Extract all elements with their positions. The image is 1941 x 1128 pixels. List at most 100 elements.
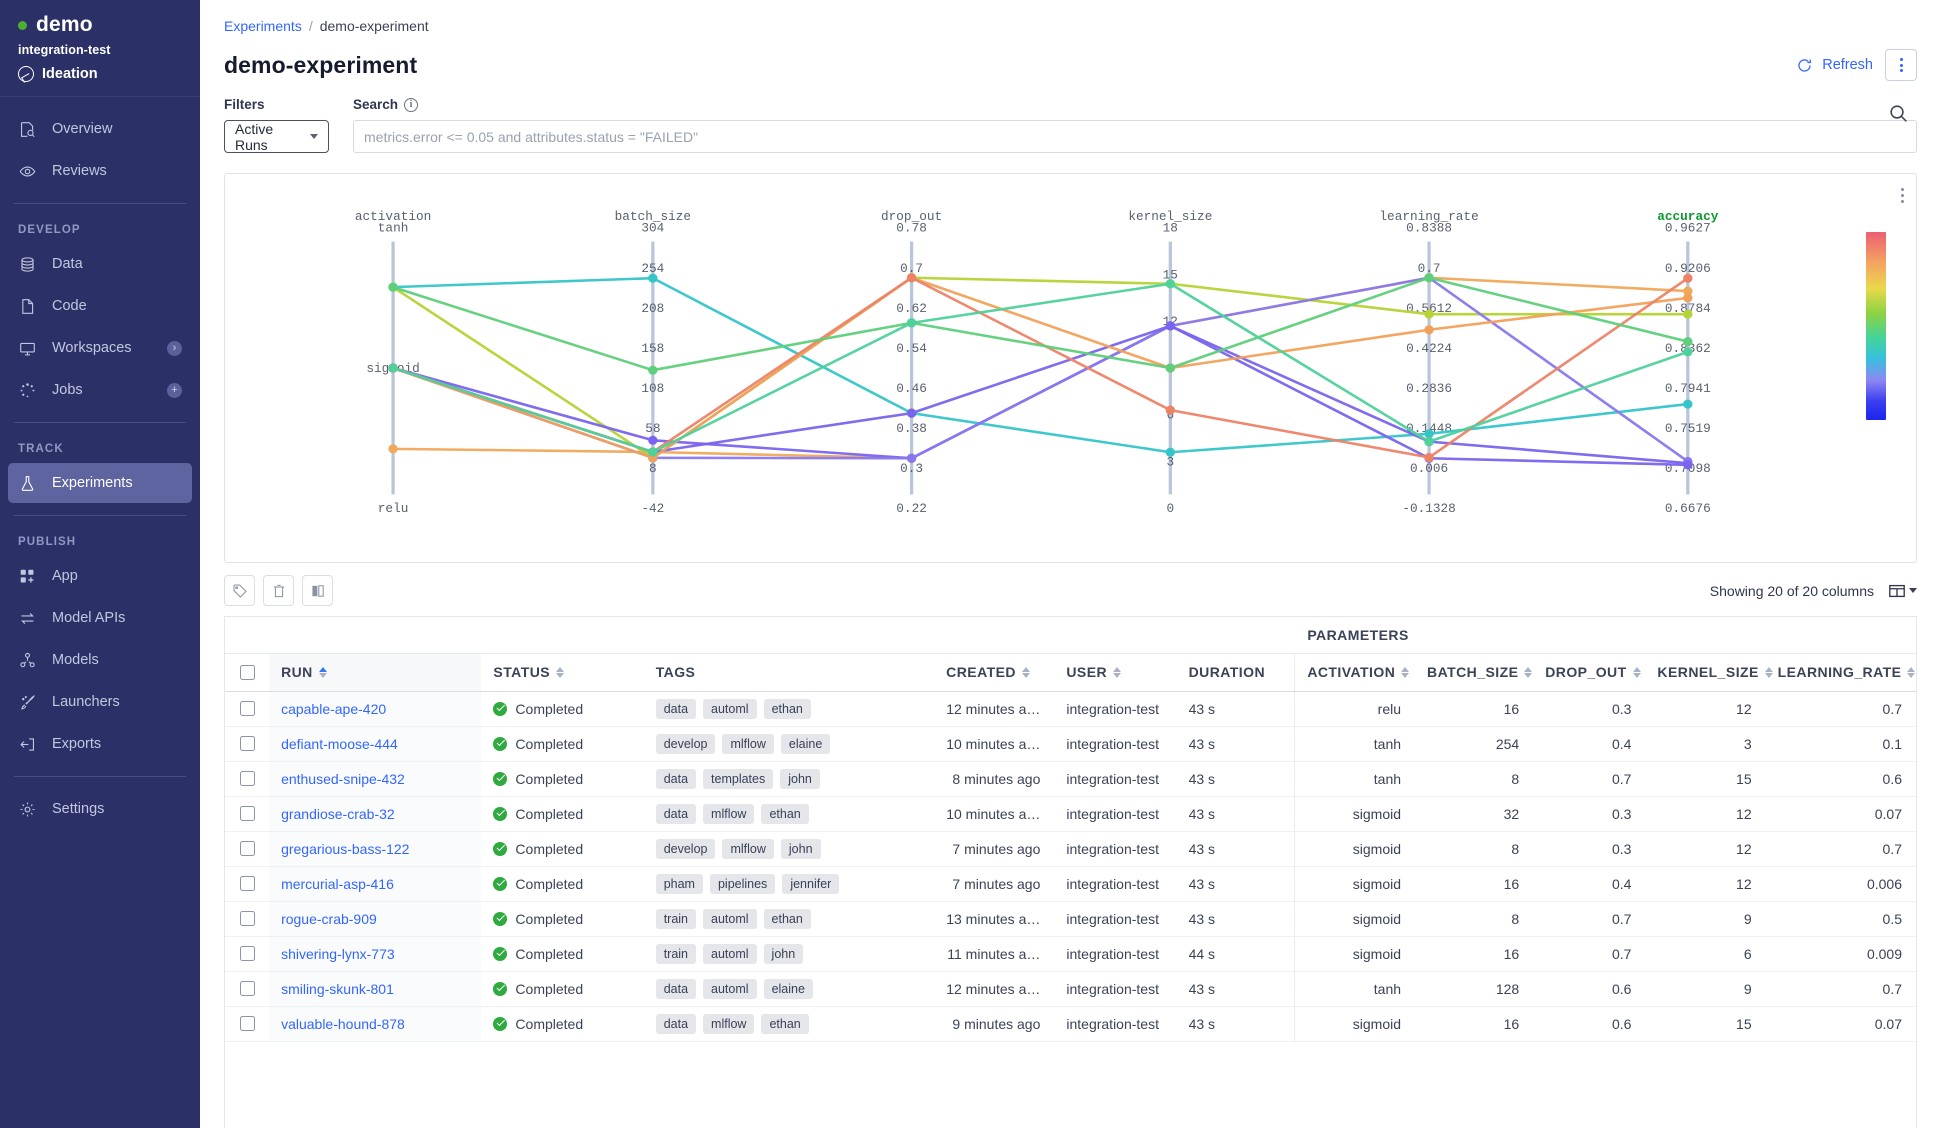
run-link[interactable]: gregarious-bass-122 — [281, 841, 409, 857]
row-select-cell[interactable] — [225, 831, 269, 866]
sort-icon[interactable] — [1764, 666, 1773, 678]
col-header-drop-out[interactable]: DROP_OUT — [1533, 653, 1646, 692]
run-link[interactable]: valuable-hound-878 — [281, 1016, 405, 1032]
tag-chip[interactable]: pipelines — [709, 873, 776, 894]
cell-run[interactable]: capable-ape-420 — [269, 691, 482, 726]
sort-icon[interactable] — [556, 666, 565, 678]
row-select-cell[interactable] — [225, 761, 269, 796]
table-row[interactable]: enthused-snipe-432 Completed data templates… — [225, 761, 1916, 796]
sidebar-item-app[interactable]: App — [8, 556, 192, 596]
tag-chip[interactable]: automl — [703, 698, 757, 719]
plus-badge-icon[interactable]: + — [167, 382, 182, 398]
col-header-kernel-size[interactable]: KERNEL_SIZE — [1645, 653, 1773, 692]
row-select-cell[interactable] — [225, 866, 269, 901]
cell-run[interactable]: defiant-moose-444 — [269, 726, 482, 761]
sidebar-item-exports[interactable]: Exports — [8, 724, 192, 764]
row-checkbox[interactable] — [239, 736, 255, 751]
row-select-cell[interactable] — [225, 936, 269, 971]
run-link[interactable]: capable-ape-420 — [281, 701, 386, 717]
row-checkbox[interactable] — [239, 806, 255, 821]
row-checkbox[interactable] — [239, 876, 255, 891]
row-select-cell[interactable] — [225, 691, 269, 726]
table-row[interactable]: shivering-lynx-773 Completed train automl jo… — [225, 936, 1916, 971]
tag-chip[interactable]: data — [655, 698, 697, 719]
cell-run[interactable]: shivering-lynx-773 — [269, 936, 482, 971]
tag-chip[interactable]: data — [655, 768, 697, 789]
tag-chip[interactable]: pham — [655, 873, 703, 894]
sidebar-org-block[interactable]: demo integration-test Ideation — [0, 0, 200, 97]
cell-run[interactable]: gregarious-bass-122 — [269, 831, 482, 866]
cell-run[interactable]: enthused-snipe-432 — [269, 761, 482, 796]
col-header-status[interactable]: STATUS — [481, 653, 644, 692]
run-link[interactable]: enthused-snipe-432 — [281, 771, 405, 787]
tag-chip[interactable]: jennifer — [782, 873, 840, 894]
tag-chip[interactable]: data — [655, 978, 697, 999]
run-link[interactable]: mercurial-asp-416 — [281, 876, 394, 892]
table-row[interactable]: gregarious-bass-122 Completed develop mlflo… — [225, 831, 1916, 866]
page-overflow-menu-button[interactable] — [1885, 49, 1917, 81]
tag-chip[interactable]: john — [780, 838, 821, 859]
tag-chip[interactable]: templates — [703, 768, 774, 789]
sidebar-item-reviews[interactable]: Reviews — [8, 151, 192, 191]
col-header-activation[interactable]: ACTIVATION — [1294, 653, 1416, 692]
sort-icon[interactable] — [1401, 666, 1410, 678]
sidebar-item-models[interactable]: Models — [8, 640, 192, 680]
tag-chip[interactable]: train — [655, 943, 697, 964]
col-header-run[interactable]: RUN — [269, 653, 482, 692]
tag-chip[interactable]: ethan — [763, 908, 811, 929]
refresh-button[interactable]: Refresh — [1796, 57, 1873, 74]
run-link[interactable]: grandiose-crab-32 — [281, 806, 395, 822]
tag-chip[interactable]: elaine — [763, 978, 813, 999]
breadcrumb-experiments-link[interactable]: Experiments — [224, 18, 302, 34]
sidebar-item-launchers[interactable]: Launchers — [8, 682, 192, 722]
row-checkbox[interactable] — [239, 946, 255, 961]
cell-run[interactable]: valuable-hound-878 — [269, 1006, 482, 1041]
run-link[interactable]: smiling-skunk-801 — [281, 981, 394, 997]
sidebar-item-model-apis[interactable]: Model APIs — [8, 598, 192, 638]
row-select-cell[interactable] — [225, 1006, 269, 1041]
sidebar-item-settings[interactable]: Settings — [8, 789, 192, 829]
tag-chip[interactable]: train — [655, 908, 697, 929]
tag-chip[interactable]: data — [655, 803, 697, 824]
col-header-batch-size[interactable]: BATCH_SIZE — [1415, 653, 1534, 692]
row-checkbox[interactable] — [239, 841, 255, 856]
cell-run[interactable]: smiling-skunk-801 — [269, 971, 482, 1006]
row-checkbox[interactable] — [239, 1016, 255, 1031]
sort-icon[interactable] — [1632, 666, 1641, 678]
tag-chip[interactable]: ethan — [761, 1013, 809, 1034]
row-checkbox[interactable] — [239, 771, 255, 786]
sidebar-item-data[interactable]: Data — [8, 244, 192, 284]
tag-chip[interactable]: mlflow — [722, 733, 774, 754]
select-all-header[interactable] — [225, 653, 270, 692]
org-row[interactable]: demo — [18, 13, 182, 37]
table-row[interactable]: capable-ape-420 Completed data automl ethan 1… — [225, 691, 1916, 726]
run-link[interactable]: rogue-crab-909 — [281, 911, 377, 927]
col-header-tags[interactable]: TAGS — [643, 653, 935, 692]
col-header-learning-rate[interactable]: LEARNING_RATE — [1765, 653, 1916, 692]
column-picker-button[interactable] — [1888, 582, 1917, 600]
col-header-user[interactable]: USER — [1054, 653, 1177, 692]
sort-icon[interactable] — [1113, 666, 1122, 678]
sidebar-item-overview[interactable]: Overview — [8, 109, 192, 149]
active-runs-select[interactable]: Active Runs — [224, 120, 329, 153]
sort-icon[interactable] — [1524, 666, 1533, 678]
tag-chip[interactable]: develop — [655, 733, 716, 754]
cell-run[interactable]: mercurial-asp-416 — [269, 866, 482, 901]
delete-button[interactable] — [263, 575, 294, 606]
sidebar-item-workspaces[interactable]: Workspaces › — [8, 328, 192, 368]
sort-icon[interactable] — [1907, 666, 1916, 678]
table-row[interactable]: valuable-hound-878 Completed data mlflow eth… — [225, 1006, 1916, 1041]
row-checkbox[interactable] — [239, 911, 255, 926]
sidebar-item-code[interactable]: Code — [8, 286, 192, 326]
table-row[interactable]: defiant-moose-444 Completed develop mlflow e… — [225, 726, 1916, 761]
table-row[interactable]: rogue-crab-909 Completed train automl ethan 1… — [225, 901, 1916, 936]
tag-chip[interactable]: ethan — [761, 803, 809, 824]
table-row[interactable]: smiling-skunk-801 Completed data automl elai… — [225, 971, 1916, 1006]
row-checkbox[interactable] — [239, 701, 255, 716]
add-tag-button[interactable] — [224, 575, 255, 606]
info-icon[interactable]: i — [404, 97, 419, 112]
tag-chip[interactable]: automl — [703, 908, 757, 929]
parallel-coordinates-plot[interactable]: activationtanhsigmoidrelubatch_size30425… — [225, 174, 1916, 562]
tag-chip[interactable]: elaine — [780, 733, 831, 754]
compare-button[interactable] — [302, 575, 333, 606]
